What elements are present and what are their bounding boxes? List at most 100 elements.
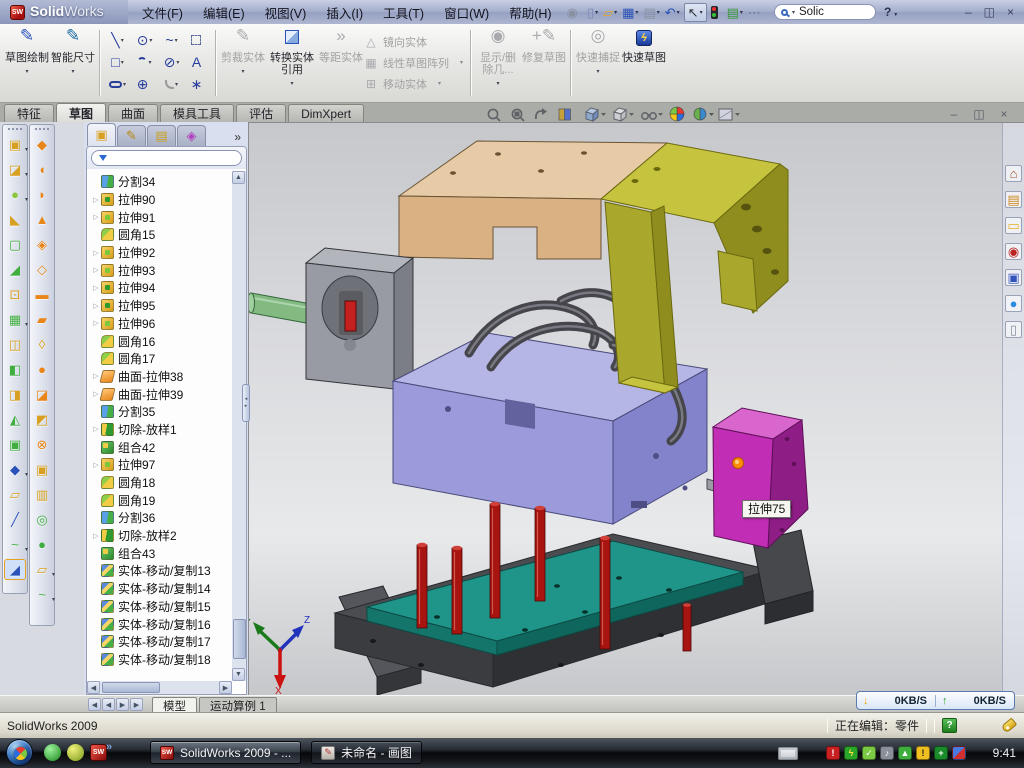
pin-icon[interactable]: ◉ ▾ bbox=[566, 3, 583, 22]
panel-chevron-icon[interactable]: » bbox=[234, 130, 246, 146]
configurationmanager-tab[interactable]: ▤ bbox=[147, 125, 176, 146]
menu-item[interactable]: 文件(F) bbox=[142, 3, 183, 22]
feature-tree-item[interactable]: ▷ 圆角19 bbox=[91, 491, 231, 509]
filter-input[interactable] bbox=[91, 150, 242, 166]
menu-item[interactable]: 编辑(E) bbox=[203, 3, 245, 22]
reference-axis-icon[interactable]: ╱ ▾ bbox=[4, 509, 26, 530]
expand-arrow-icon[interactable]: ▷ bbox=[91, 461, 101, 469]
tab-mold-tools[interactable]: 模具工具 bbox=[160, 104, 234, 122]
ellipse-tool-icon[interactable]: ⊘ ▾ bbox=[158, 51, 185, 73]
move-copy-body-icon[interactable]: ◆ ▾ bbox=[4, 459, 26, 480]
chevron-down-icon[interactable]: ▾ bbox=[792, 9, 795, 16]
doc-close-button[interactable]: × bbox=[996, 107, 1012, 121]
menu-item[interactable]: 插入(I) bbox=[326, 3, 363, 22]
feature-tree-item[interactable]: ▷ 实体-移动/复制18 bbox=[91, 651, 231, 669]
hide-show-items-icon[interactable] bbox=[642, 113, 663, 119]
combine-icon[interactable]: ▣ ▾ bbox=[4, 434, 26, 455]
model-cavity-block[interactable] bbox=[249, 248, 413, 389]
tray-badge-icon[interactable]: ✓ bbox=[862, 746, 876, 760]
quicklaunch-solidworks-icon[interactable]: SW bbox=[90, 744, 107, 761]
task-solidworks[interactable]: SW SolidWorks 2009 - ... bbox=[150, 741, 301, 764]
untrim-surface-icon[interactable]: ◩ ▾ bbox=[31, 409, 53, 430]
apply-scene-icon[interactable] bbox=[694, 108, 714, 120]
doc-restore-button[interactable]: ◫ bbox=[971, 107, 987, 121]
expand-arrow-icon[interactable]: ▷ bbox=[91, 284, 101, 292]
chamfer-icon[interactable]: ◣ ▾ bbox=[4, 209, 26, 230]
replace-face-icon[interactable]: ▣ ▾ bbox=[31, 459, 53, 480]
home-icon[interactable]: ⌂ bbox=[1005, 165, 1022, 182]
3d-model-canvas[interactable]: Y Z X bbox=[249, 123, 1024, 696]
view-palette-icon[interactable]: ▣ bbox=[1005, 269, 1022, 286]
edit-appearance-icon[interactable] bbox=[670, 107, 684, 121]
fillet-icon[interactable]: ● ▾ bbox=[4, 184, 26, 205]
feature-tree-item[interactable]: ▷ 分割35 bbox=[91, 403, 231, 421]
language-keyboard-icon[interactable] bbox=[778, 747, 798, 760]
feature-tree-item[interactable]: ▷ 圆角15 bbox=[91, 226, 231, 244]
expand-arrow-icon[interactable]: ▷ bbox=[91, 302, 101, 310]
search-box[interactable]: ▾ Solic bbox=[774, 4, 876, 20]
menu-item[interactable]: 窗口(W) bbox=[444, 3, 489, 22]
linear-pattern-icon[interactable]: ▦ ▾ bbox=[4, 309, 26, 330]
point-tool-icon[interactable]: ∗ ▾ bbox=[185, 73, 212, 95]
tray-ball-icon[interactable] bbox=[952, 746, 966, 760]
tab-nav-button[interactable]: ◀ bbox=[102, 698, 115, 711]
freeform-icon[interactable]: ◎ ▾ bbox=[31, 509, 53, 530]
sketch-fillet-icon[interactable]: ▾ bbox=[158, 73, 185, 95]
rapid-sketch-button[interactable]: ϟ 快速草图 bbox=[621, 27, 667, 64]
feature-tree-item[interactable]: ▷ 组合43 bbox=[91, 544, 231, 562]
extended-surface-icon[interactable]: ◗ ▾ bbox=[31, 184, 53, 205]
tray-shield-plus-icon[interactable]: + bbox=[934, 746, 948, 760]
knit-surface-icon[interactable]: ◇ ▾ bbox=[31, 259, 53, 280]
reference-geometry-icon[interactable]: ▱ ▾ bbox=[31, 559, 53, 580]
open-folder-icon[interactable]: ▱ ▾ bbox=[602, 3, 618, 22]
wrap-icon[interactable]: ◨ ▾ bbox=[4, 384, 26, 405]
feature-tree-item[interactable]: ▷ 拉伸94 bbox=[91, 279, 231, 297]
tab-evaluate[interactable]: 评估 bbox=[236, 104, 286, 122]
shell-icon[interactable]: ▢ ▾ bbox=[4, 234, 26, 255]
instant3d-icon[interactable]: ◢ ▾ bbox=[4, 559, 26, 580]
scroll-down-button[interactable]: ▼ bbox=[232, 668, 245, 681]
save-icon[interactable]: ▦ ▾ bbox=[621, 3, 639, 22]
rebuild-icon[interactable]: ▾ bbox=[710, 3, 723, 22]
offset-surface-icon[interactable]: ▰ ▾ bbox=[31, 309, 53, 330]
more-tools-icon[interactable]: ⋯ ▾ bbox=[747, 3, 766, 22]
scroll-right-button[interactable]: ▶ bbox=[219, 681, 232, 694]
sketch-button[interactable]: ✎ 草图绘制▾ bbox=[4, 27, 50, 78]
feature-tree-item[interactable]: ▷ 实体-移动/复制14 bbox=[91, 580, 231, 598]
feature-tree-item[interactable]: ▷ 分割34 bbox=[91, 173, 231, 191]
trim-entities-button[interactable]: ✎ 剪裁实体▾ bbox=[220, 27, 266, 78]
expand-arrow-icon[interactable]: ▷ bbox=[91, 266, 101, 274]
graphics-viewport[interactable]: Y Z X ⌂▤▭◉▣●▯ bbox=[248, 122, 1024, 695]
trim-surface-icon[interactable]: ◪ ▾ bbox=[31, 384, 53, 405]
rib-icon[interactable]: ◧ ▾ bbox=[4, 359, 26, 380]
tab-nav-button[interactable]: ◀ bbox=[88, 698, 101, 711]
tab-nav-button[interactable]: ▶ bbox=[130, 698, 143, 711]
featuremanager-tab[interactable]: ▣ bbox=[87, 123, 116, 146]
reference-plane-icon[interactable]: ▱ ▾ bbox=[4, 484, 26, 505]
tab-dimxpert[interactable]: DimXpert bbox=[288, 104, 364, 122]
select-arrow-icon[interactable]: ↖ ▾ bbox=[684, 3, 707, 22]
close-button[interactable]: × bbox=[1007, 5, 1014, 19]
feature-tree-item[interactable]: ▷ 分割36 bbox=[91, 509, 231, 527]
linear-sketch-pattern-button[interactable]: ▦ 线性草图阵列 ▾ bbox=[364, 52, 467, 73]
ruled-surface-icon[interactable]: ◊ ▾ bbox=[31, 334, 53, 355]
feature-tree-item[interactable]: ▷ 拉伸91 bbox=[91, 208, 231, 226]
spline-tool-icon[interactable]: ~ ▾ bbox=[158, 29, 185, 51]
tray-shield-lightning-icon[interactable]: ϟ bbox=[844, 746, 858, 760]
repair-sketch-button[interactable]: +✎ 修复草图 bbox=[521, 27, 567, 64]
offset-entities-button[interactable]: » 等距实体 bbox=[318, 27, 364, 64]
boundary-surface-icon[interactable]: ◈ ▾ bbox=[31, 234, 53, 255]
feature-tree-item[interactable]: ▷ 曲面-拉伸39 bbox=[91, 385, 231, 403]
draft-icon[interactable]: ◢ ▾ bbox=[4, 259, 26, 280]
feature-tree-item[interactable]: ▷ 圆角18 bbox=[91, 474, 231, 492]
tab-sketch[interactable]: 草图 bbox=[56, 103, 106, 122]
expand-arrow-icon[interactable]: ▷ bbox=[91, 196, 101, 204]
hole-wizard-icon[interactable]: ⊡ ▾ bbox=[4, 284, 26, 305]
feature-tree-item[interactable]: ▷ 实体-移动/复制15 bbox=[91, 598, 231, 616]
feature-tree-item[interactable]: ▷ 拉伸95 bbox=[91, 297, 231, 315]
thicken-icon[interactable]: ▥ ▾ bbox=[31, 484, 53, 505]
line-tool-icon[interactable]: ╲ ▾ bbox=[104, 29, 131, 51]
help-button[interactable]: ?▾ bbox=[884, 5, 897, 19]
menu-item[interactable]: 视图(V) bbox=[265, 3, 307, 22]
extruded-boss-icon[interactable]: ▣ ▾ bbox=[4, 134, 26, 155]
